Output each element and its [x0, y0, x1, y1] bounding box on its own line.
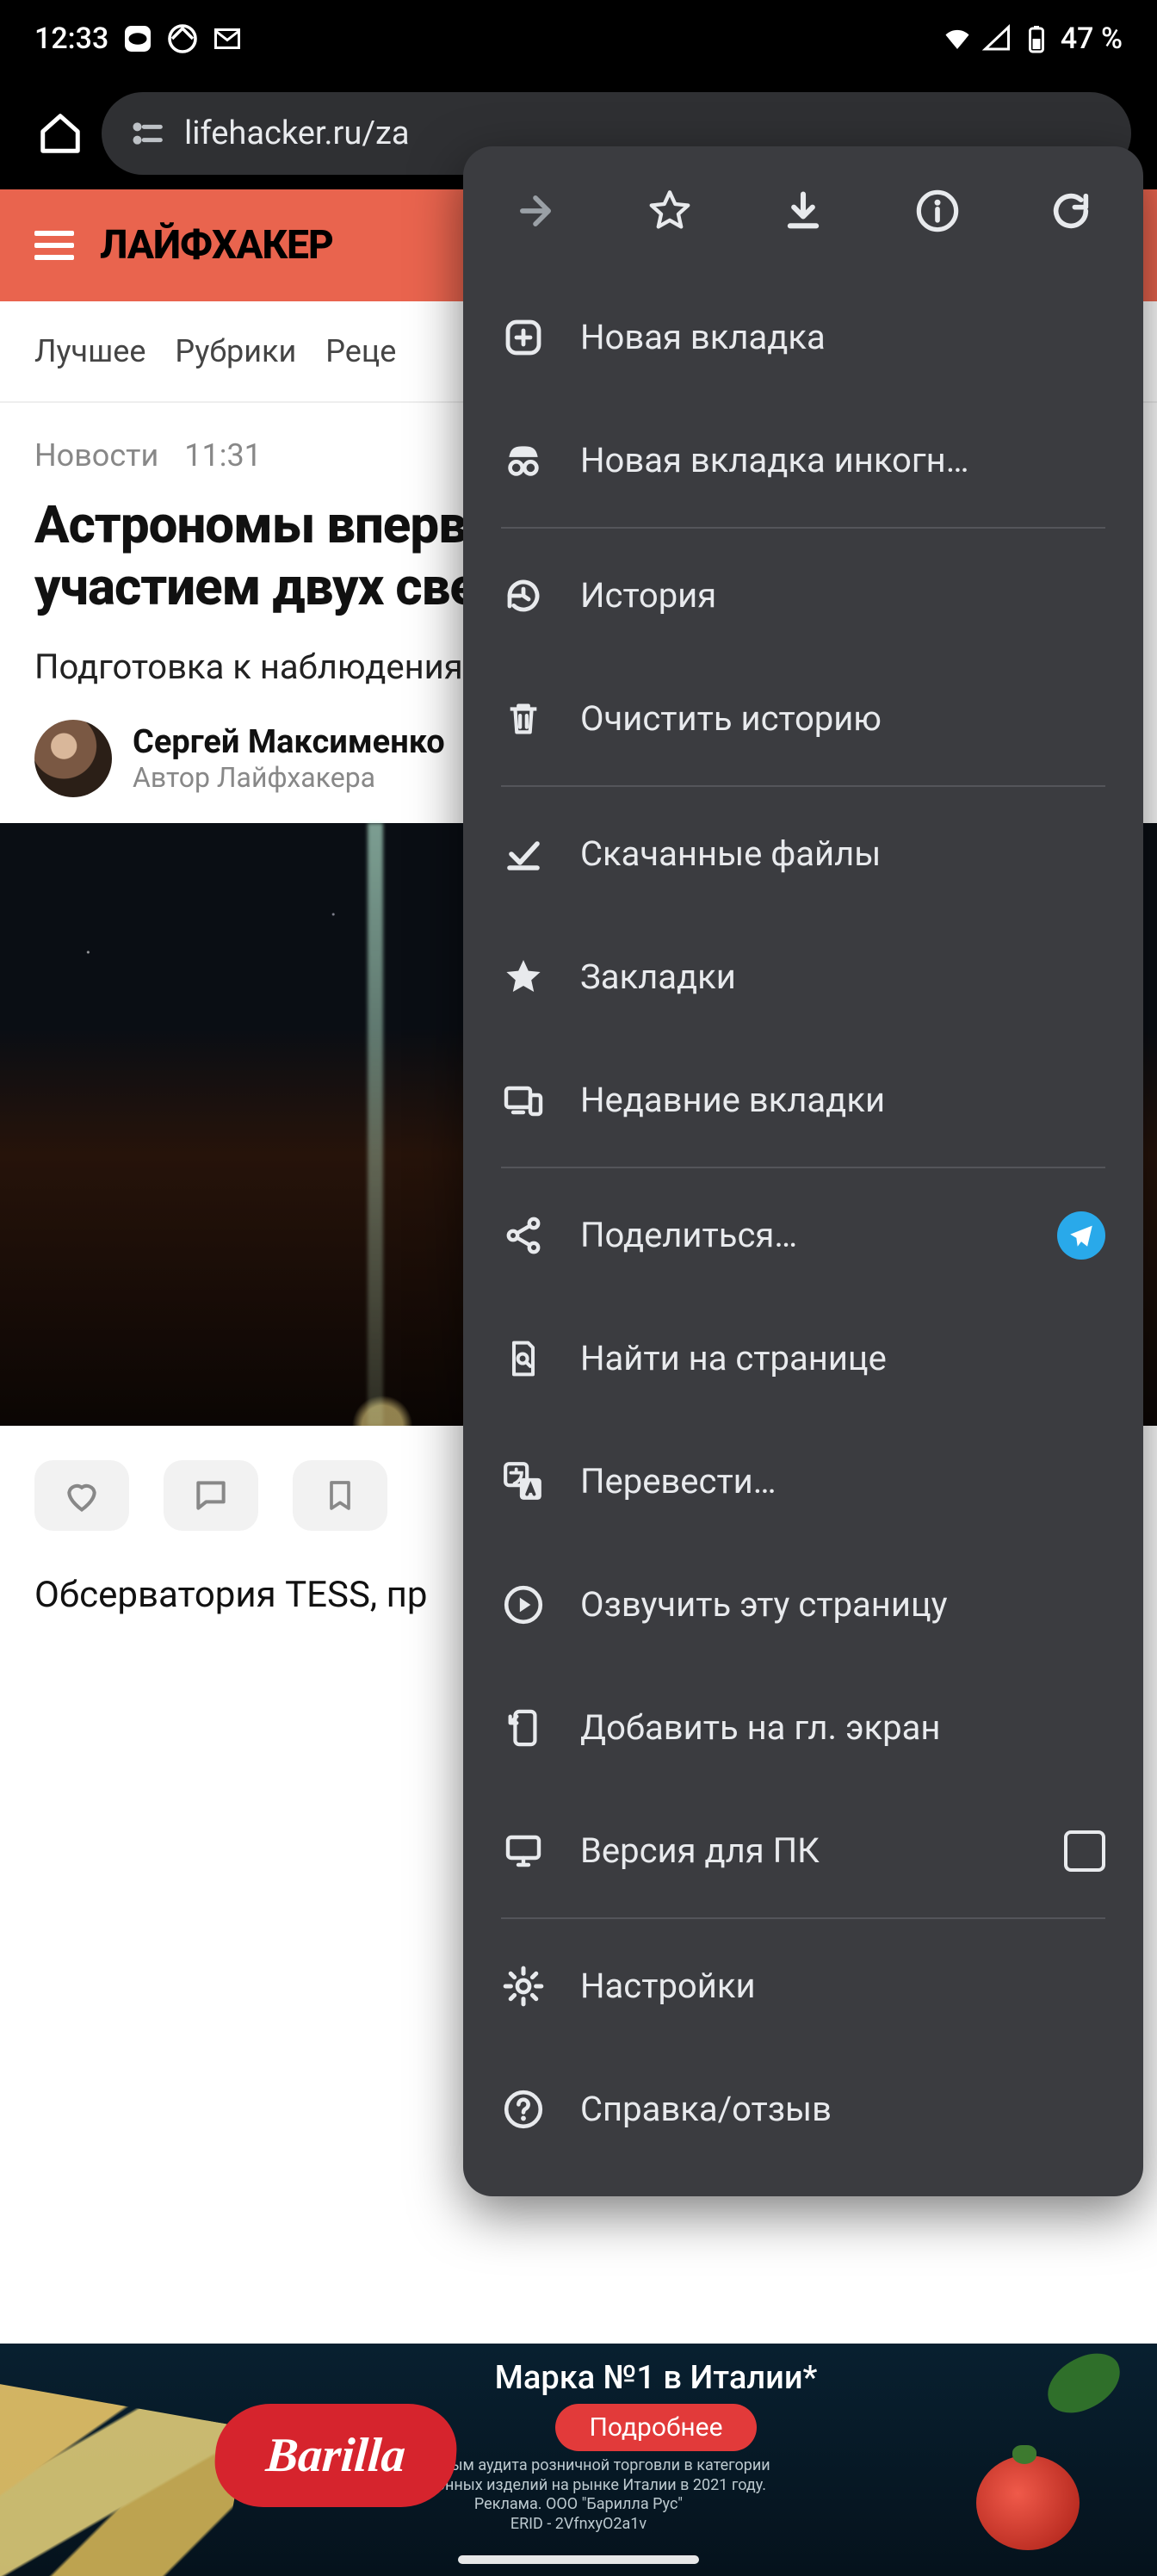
menu-history[interactable]: История — [480, 534, 1126, 657]
home-icon — [37, 110, 84, 157]
menu-add-to-home[interactable]: Добавить на гл. экран — [480, 1666, 1126, 1789]
comment-button[interactable] — [164, 1460, 258, 1531]
tab-recipes[interactable]: Реце — [325, 333, 396, 369]
forward-button[interactable] — [498, 173, 573, 249]
menu-share-label: Поделиться… — [580, 1215, 1023, 1255]
menu-help[interactable]: Справка/отзыв — [480, 2047, 1126, 2170]
menu-incognito-label: Новая вкладка инкогн… — [580, 440, 1105, 480]
menu-share[interactable]: Поделиться… — [480, 1173, 1126, 1297]
menu-bookmarks-label: Закладки — [580, 957, 1105, 997]
bookmark-star-button[interactable] — [632, 173, 708, 249]
article-time: 11:31 — [184, 437, 262, 474]
find-in-page-icon — [501, 1336, 546, 1381]
star-filled-icon — [501, 955, 546, 1000]
trash-icon — [501, 697, 546, 741]
app-icon-1 — [122, 23, 153, 54]
menu-top-row — [463, 146, 1143, 276]
author-avatar — [34, 720, 112, 797]
reload-button[interactable] — [1033, 173, 1109, 249]
page-info-button[interactable] — [900, 173, 975, 249]
wifi-icon — [942, 23, 973, 54]
status-time: 12:33 — [34, 22, 108, 56]
menu-new-tab[interactable]: Новая вкладка — [480, 276, 1126, 399]
download-button[interactable] — [765, 173, 841, 249]
signal-icon — [981, 23, 1012, 54]
share-icon — [501, 1213, 546, 1258]
menu-read-aloud-label: Озвучить эту страницу — [580, 1584, 1105, 1625]
app-icon-2 — [167, 23, 198, 54]
incognito-icon — [501, 438, 546, 483]
menu-downloads[interactable]: Скачанные файлы — [480, 792, 1126, 915]
ad-tomato-image — [976, 2455, 1080, 2550]
menu-find-label: Найти на странице — [580, 1338, 1105, 1378]
help-icon — [501, 2087, 546, 2132]
ad-brand-logo: Barilla — [212, 2404, 460, 2507]
menu-translate-label: Перевести… — [580, 1461, 1105, 1502]
translate-icon — [501, 1459, 546, 1504]
author-name: Сергей Максименко — [133, 723, 445, 761]
menu-downloads-label: Скачанные файлы — [580, 833, 1105, 874]
menu-read-aloud[interactable]: Озвучить эту страницу — [480, 1543, 1126, 1666]
menu-clear-history-label: Очистить историю — [580, 698, 1105, 739]
desktop-site-checkbox[interactable] — [1064, 1830, 1105, 1872]
menu-translate[interactable]: Перевести… — [480, 1420, 1126, 1543]
menu-separator — [501, 527, 1105, 529]
add-to-home-icon — [501, 1706, 546, 1750]
devices-icon — [501, 1078, 546, 1123]
tab-rubrics[interactable]: Рубрики — [175, 333, 296, 369]
menu-settings[interactable]: Настройки — [480, 1924, 1126, 2047]
play-circle-icon — [501, 1582, 546, 1627]
menu-recent-tabs[interactable]: Недавние вкладки — [480, 1038, 1126, 1161]
menu-desktop-site[interactable]: Версия для ПК — [480, 1789, 1126, 1912]
gear-icon — [501, 1964, 546, 2009]
menu-find[interactable]: Найти на странице — [480, 1297, 1126, 1420]
site-title: ЛАЙФХАКЕР — [100, 222, 333, 269]
menu-desktop-label: Версия для ПК — [580, 1830, 1030, 1871]
ad-tagline: Марка №1 в Италии* — [495, 2359, 818, 2397]
tab-best[interactable]: Лучшее — [34, 333, 145, 369]
battery-icon — [1021, 23, 1052, 54]
ad-banner[interactable]: Barilla Марка №1 в Италии* Подробнее *по… — [0, 2344, 1157, 2576]
menu-add-home-label: Добавить на гл. экран — [580, 1707, 1105, 1748]
new-tab-icon — [501, 315, 546, 360]
downloads-done-icon — [501, 832, 546, 876]
bookmark-button[interactable] — [293, 1460, 387, 1531]
menu-separator — [501, 1917, 1105, 1919]
ad-basil-image — [1038, 2345, 1129, 2420]
menu-settings-label: Настройки — [580, 1966, 1105, 2006]
menu-new-tab-label: Новая вкладка — [580, 317, 1105, 357]
menu-incognito[interactable]: Новая вкладка инкогн… — [480, 399, 1126, 522]
telegram-badge[interactable] — [1057, 1211, 1105, 1260]
author-role: Автор Лайфхакера — [133, 761, 445, 794]
breadcrumb-section[interactable]: Новости — [34, 437, 158, 474]
nav-gesture-bar[interactable] — [458, 2555, 699, 2564]
desktop-icon — [501, 1829, 546, 1873]
menu-clear-history[interactable]: Очистить историю — [480, 657, 1126, 780]
like-button[interactable] — [34, 1460, 129, 1531]
menu-bookmarks[interactable]: Закладки — [480, 915, 1126, 1038]
history-icon — [501, 573, 546, 618]
menu-help-label: Справка/отзыв — [580, 2089, 1105, 2129]
browser-overflow-menu: Новая вкладка Новая вкладка инкогн… Исто… — [463, 146, 1143, 2196]
menu-separator — [501, 1167, 1105, 1168]
status-bar: 12:33 47 % — [0, 0, 1157, 77]
menu-history-label: История — [580, 575, 1105, 616]
ad-pasta-image — [0, 2383, 247, 2576]
gmail-icon — [212, 23, 243, 54]
status-battery-pct: 47 % — [1061, 22, 1123, 56]
home-button[interactable] — [34, 108, 86, 159]
menu-separator — [501, 785, 1105, 787]
url-text: lifehacker.ru/za — [184, 115, 410, 152]
site-menu-button[interactable] — [34, 231, 74, 260]
ad-cta-button[interactable]: Подробнее — [555, 2404, 758, 2451]
menu-recent-tabs-label: Недавние вкладки — [580, 1080, 1105, 1120]
site-settings-icon — [127, 114, 167, 153]
